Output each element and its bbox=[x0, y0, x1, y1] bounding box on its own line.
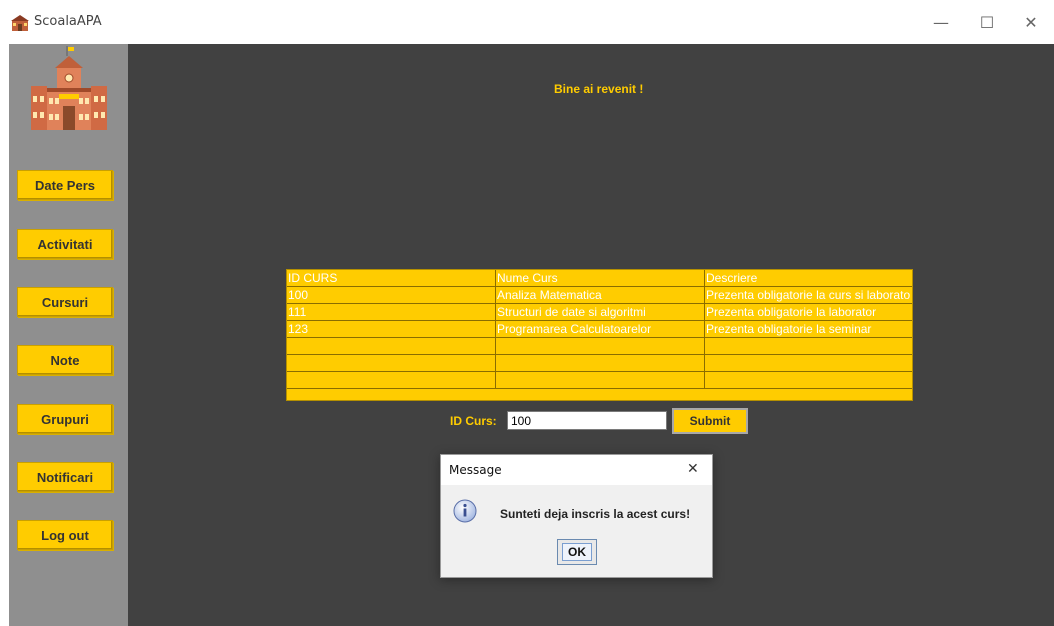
courses-table: ID CURS Nume Curs Descriere 100 Analiza … bbox=[286, 269, 913, 401]
nav-date-pers-button[interactable]: Date Pers bbox=[17, 170, 113, 200]
table-cell[interactable] bbox=[705, 338, 912, 354]
nav-cursuri-button[interactable]: Cursuri bbox=[17, 287, 113, 317]
table-row[interactable] bbox=[287, 372, 912, 389]
table-cell[interactable] bbox=[705, 355, 912, 371]
window-title: ScoalaAPA bbox=[34, 14, 102, 29]
dialog-message: Sunteti deja inscris la acest curs! bbox=[500, 507, 691, 521]
table-cell[interactable]: Prezenta obligatorie la curs si laborato bbox=[705, 287, 912, 303]
table-cell[interactable]: Prezenta obligatorie la laborator bbox=[705, 304, 912, 320]
table-cell[interactable] bbox=[496, 338, 705, 354]
table-cell[interactable]: Structuri de date si algoritmi bbox=[496, 304, 705, 320]
table-cell[interactable]: Prezenta obligatorie la seminar bbox=[705, 321, 912, 337]
id-curs-label: ID Curs: bbox=[450, 414, 497, 428]
table-row[interactable]: 100 Analiza Matematica Prezenta obligato… bbox=[287, 287, 912, 304]
info-icon bbox=[453, 499, 477, 523]
table-header-cell[interactable]: Descriere bbox=[705, 270, 912, 286]
submit-button[interactable]: Submit bbox=[672, 408, 748, 434]
table-cell[interactable]: Analiza Matematica bbox=[496, 287, 705, 303]
table-cell[interactable] bbox=[287, 355, 496, 371]
table-row[interactable] bbox=[287, 355, 912, 372]
table-row[interactable]: 111 Structuri de date si algoritmi Preze… bbox=[287, 304, 912, 321]
ok-button[interactable]: OK bbox=[557, 539, 597, 565]
minimize-button[interactable]: — bbox=[918, 8, 964, 36]
welcome-message: Bine ai revenit ! bbox=[554, 82, 644, 96]
sidebar: Date Pers Activitati Cursuri Note Grupur… bbox=[9, 44, 128, 626]
log-out-button[interactable]: Log out bbox=[17, 520, 113, 550]
dialog-close-button[interactable]: ✕ bbox=[687, 461, 699, 477]
nav-activitati-button[interactable]: Activitati bbox=[17, 229, 113, 259]
table-cell[interactable]: 111 bbox=[287, 304, 496, 320]
table-cell[interactable] bbox=[287, 338, 496, 354]
school-icon bbox=[11, 15, 29, 31]
table-cell[interactable]: 100 bbox=[287, 287, 496, 303]
table-header-cell[interactable]: Nume Curs bbox=[496, 270, 705, 286]
window-titlebar: ScoalaAPA — ☐ ✕ bbox=[0, 0, 1054, 44]
message-dialog: Message ✕ Sunteti deja inscris la acest … bbox=[440, 454, 713, 578]
ok-button-label[interactable]: OK bbox=[562, 543, 592, 561]
nav-note-button[interactable]: Note bbox=[17, 345, 113, 375]
maximize-button[interactable]: ☐ bbox=[964, 8, 1010, 36]
close-button[interactable]: ✕ bbox=[1008, 8, 1054, 36]
nav-notificari-button[interactable]: Notificari bbox=[17, 462, 113, 492]
table-cell[interactable]: Programarea Calculatoarelor bbox=[496, 321, 705, 337]
table-cell[interactable]: 123 bbox=[287, 321, 496, 337]
table-cell[interactable] bbox=[496, 355, 705, 371]
nav-grupuri-button[interactable]: Grupuri bbox=[17, 404, 113, 434]
table-row[interactable]: 123 Programarea Calculatoarelor Prezenta… bbox=[287, 321, 912, 338]
window-frame bbox=[0, 44, 9, 626]
dialog-titlebar: Message ✕ bbox=[441, 455, 712, 485]
school-building-logo bbox=[31, 46, 107, 130]
table-cell[interactable] bbox=[705, 372, 912, 388]
table-cell[interactable] bbox=[496, 372, 705, 388]
table-row[interactable] bbox=[287, 338, 912, 355]
table-cell[interactable] bbox=[287, 372, 496, 388]
table-header-row: ID CURS Nume Curs Descriere bbox=[287, 270, 912, 287]
table-header-cell[interactable]: ID CURS bbox=[287, 270, 496, 286]
dialog-title: Message bbox=[449, 463, 502, 477]
id-curs-input[interactable] bbox=[507, 411, 667, 430]
